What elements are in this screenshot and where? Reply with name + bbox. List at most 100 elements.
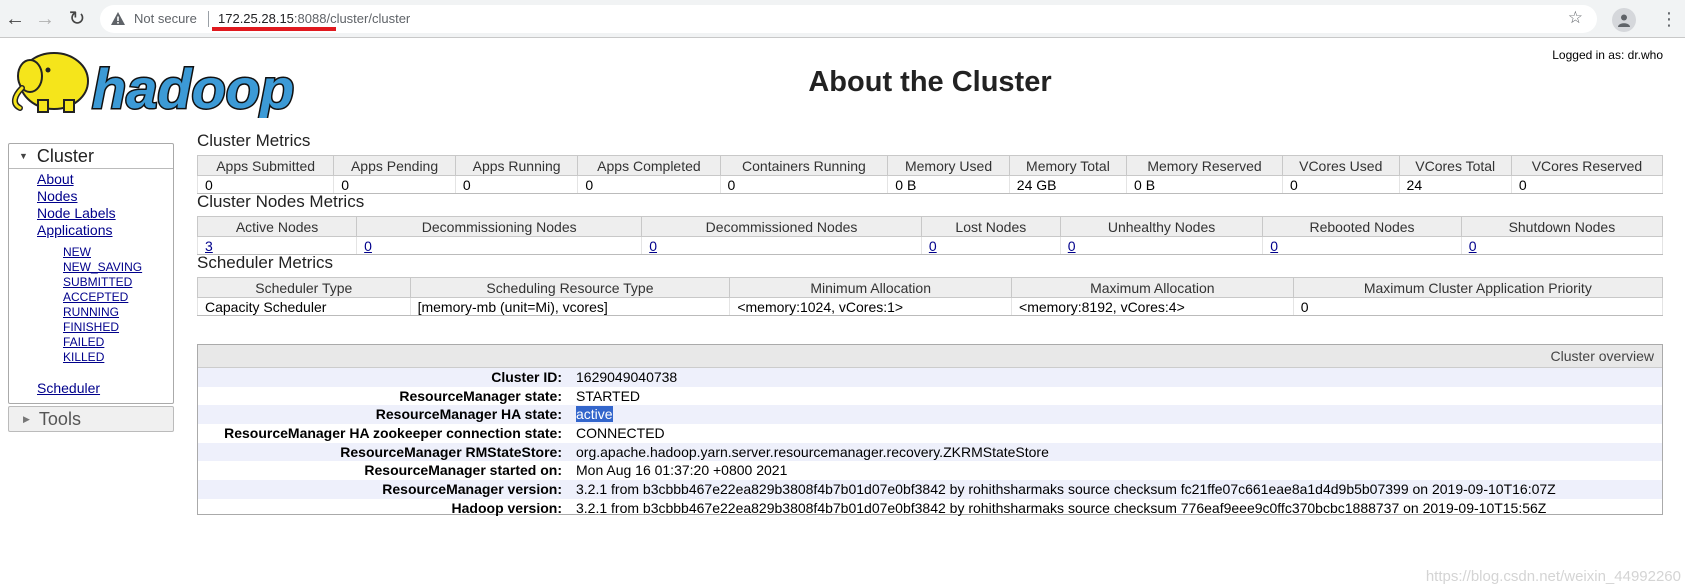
- col-max-app-priority: Maximum Cluster Application Priority: [1292, 277, 1664, 298]
- cell-apps-pending: 0: [333, 175, 456, 194]
- cell-maximum-allocation: <memory:8192, vCores:4>: [1011, 297, 1294, 316]
- sidebar-app-accepted[interactable]: ACCEPTED: [63, 290, 128, 304]
- col-shutdown-nodes: Shutdown Nodes: [1460, 216, 1664, 237]
- col-decommissioned-nodes: Decommissioned Nodes: [641, 216, 922, 237]
- watermark: https://blog.csdn.net/weixin_44992260: [1425, 568, 1681, 585]
- cell-rebooted-nodes: 0: [1262, 236, 1462, 255]
- cell-memory-total: 24 GB: [1008, 175, 1128, 194]
- cell-max-app-priority: 0: [1292, 297, 1664, 316]
- col-memory-used: Memory Used: [887, 155, 1010, 176]
- overview-value: STARTED: [576, 387, 641, 404]
- sidebar-app-new-saving[interactable]: NEW_SAVING: [63, 260, 142, 274]
- scheduler-metrics-title: Scheduler Metrics: [197, 253, 334, 272]
- col-scheduler-type: Scheduler Type: [197, 277, 411, 298]
- scheduler-metrics-table: Scheduler Type Scheduling Resource Type …: [197, 277, 1664, 316]
- rebooted-nodes-link[interactable]: 0: [1270, 238, 1278, 254]
- overview-row-cluster-id: Cluster ID: 1629049040738: [198, 368, 1662, 387]
- overview-label: Hadoop version:: [451, 499, 562, 516]
- sidebar-link-scheduler[interactable]: Scheduler: [37, 380, 100, 396]
- col-vcores-reserved: VCores Reserved: [1510, 155, 1664, 176]
- bookmark-star-icon[interactable]: ☆: [1568, 8, 1583, 28]
- sidebar-cluster-panel: ▼ Cluster About Nodes Node Labels Applic…: [8, 143, 174, 404]
- col-memory-total: Memory Total: [1008, 155, 1128, 176]
- col-active-nodes: Active Nodes: [196, 216, 358, 237]
- url-port: :8088: [293, 11, 327, 26]
- cluster-overview-title: Cluster overview: [198, 345, 1662, 368]
- overview-label: ResourceManager version:: [382, 481, 562, 498]
- cluster-nodes-metrics-title: Cluster Nodes Metrics: [197, 192, 365, 211]
- cell-active-nodes: 3: [196, 236, 358, 255]
- sidebar-link-nodes[interactable]: Nodes: [37, 188, 77, 204]
- cell-scheduler-type: Capacity Scheduler: [197, 297, 411, 316]
- browser-toolbar: ← → ↻ Not secure 172.25.28.15:8088/clust…: [0, 0, 1685, 38]
- overview-value: 1629049040738: [576, 369, 678, 385]
- page-title: About the Cluster: [808, 66, 1052, 98]
- cell-vcores-used: 0: [1281, 175, 1400, 194]
- table-row: Capacity Scheduler [memory-mb (unit=Mi),…: [197, 297, 1664, 316]
- not-secure-label[interactable]: Not secure: [134, 11, 197, 26]
- col-apps-completed: Apps Completed: [577, 155, 721, 176]
- back-arrow-icon[interactable]: ←: [4, 8, 26, 30]
- sidebar-tools-label: Tools: [38, 408, 81, 429]
- cell-memory-used: 0 B: [887, 175, 1010, 194]
- browser-menu-icon[interactable]: ⋮: [1660, 8, 1678, 30]
- overview-label: ResourceManager state:: [399, 387, 562, 404]
- overview-label: ResourceManager started on:: [364, 462, 562, 479]
- forward-arrow-icon[interactable]: →: [34, 8, 56, 30]
- expanded-triangle-icon: ▼: [19, 151, 28, 161]
- sidebar-app-failed[interactable]: FAILED: [63, 335, 104, 349]
- profile-avatar-icon[interactable]: [1612, 8, 1636, 32]
- table-header-row: Active Nodes Decommissioning Nodes Decom…: [196, 216, 1664, 237]
- shutdown-nodes-link[interactable]: 0: [1469, 238, 1477, 254]
- address-separator: [208, 11, 209, 27]
- cell-apps-submitted: 0: [196, 175, 335, 194]
- sidebar-app-submitted[interactable]: SUBMITTED: [63, 275, 132, 289]
- cluster-metrics-table: Apps Submitted Apps Pending Apps Running…: [196, 155, 1664, 194]
- cell-vcores-total: 24: [1398, 175, 1512, 194]
- hadoop-logo[interactable]: hadoop: [8, 46, 308, 122]
- sidebar-app-killed[interactable]: KILLED: [63, 350, 104, 364]
- sidebar-link-applications[interactable]: Applications: [37, 222, 113, 238]
- cell-decommissioning-nodes: 0: [356, 236, 643, 255]
- overview-row-rm-version: ResourceManager version: 3.2.1 from b3cb…: [198, 480, 1662, 499]
- overview-row-rm-statestore: ResourceManager RMStateStore: org.apache…: [198, 442, 1662, 462]
- url-red-underline: [212, 27, 336, 31]
- active-nodes-link[interactable]: 3: [205, 238, 213, 254]
- sidebar-app-new[interactable]: NEW: [63, 245, 91, 259]
- overview-value: org.apache.hadoop.yarn.server.resourcema…: [576, 443, 1049, 460]
- sidebar-link-about[interactable]: About: [37, 171, 74, 187]
- col-vcores-used: VCores Used: [1281, 155, 1400, 176]
- sidebar-app-finished[interactable]: FINISHED: [63, 320, 119, 334]
- unhealthy-nodes-link[interactable]: 0: [1068, 238, 1076, 254]
- decommissioning-nodes-link[interactable]: 0: [364, 238, 372, 254]
- cell-apps-running: 0: [454, 175, 579, 194]
- cell-unhealthy-nodes: 0: [1059, 236, 1264, 255]
- cell-scheduling-resource-type: [memory-mb (unit=Mi), vcores]: [409, 297, 731, 316]
- url-host: 172.25.28.15: [218, 11, 294, 26]
- overview-label: Cluster ID:: [491, 369, 562, 385]
- warning-icon[interactable]: [110, 11, 126, 27]
- reload-icon[interactable]: ↻: [66, 8, 88, 30]
- table-row: 3 0 0 0 0 0 0: [196, 236, 1664, 255]
- overview-value: Mon Aug 16 01:37:20 +0800 2021: [576, 462, 788, 479]
- sidebar-app-running[interactable]: RUNNING: [63, 305, 119, 319]
- decommissioned-nodes-link[interactable]: 0: [649, 238, 657, 254]
- cell-containers-running: 0: [719, 175, 889, 194]
- overview-label: ResourceManager RMStateStore:: [340, 443, 562, 460]
- cell-memory-reserved: 0 B: [1126, 175, 1283, 194]
- sidebar-tools-header[interactable]: ▶ Tools: [8, 406, 174, 432]
- col-unhealthy-nodes: Unhealthy Nodes: [1059, 216, 1264, 237]
- sidebar-cluster-header[interactable]: ▼ Cluster: [9, 144, 173, 169]
- sidebar-cluster-label: Cluster: [36, 145, 94, 166]
- table-row: 0 0 0 0 0 0 B 24 GB 0 B 0 24 0: [196, 175, 1664, 194]
- overview-value: 3.2.1 from b3cbbb467e22ea829b3808f4b7b01…: [576, 499, 1547, 516]
- cluster-overview-rows: Cluster ID: 1629049040738 ResourceManage…: [198, 368, 1662, 518]
- url-text[interactable]: 172.25.28.15:8088/cluster/cluster: [218, 11, 410, 26]
- col-apps-pending: Apps Pending: [333, 155, 456, 176]
- sidebar-link-node-labels[interactable]: Node Labels: [37, 205, 116, 221]
- overview-row-hadoop-version: Hadoop version: 3.2.1 from b3cbbb467e22e…: [198, 499, 1662, 518]
- col-apps-submitted: Apps Submitted: [196, 155, 335, 176]
- cell-minimum-allocation: <memory:1024, vCores:1>: [729, 297, 1013, 316]
- lost-nodes-link[interactable]: 0: [929, 238, 937, 254]
- overview-row-rm-started: ResourceManager started on: Mon Aug 16 0…: [198, 461, 1662, 480]
